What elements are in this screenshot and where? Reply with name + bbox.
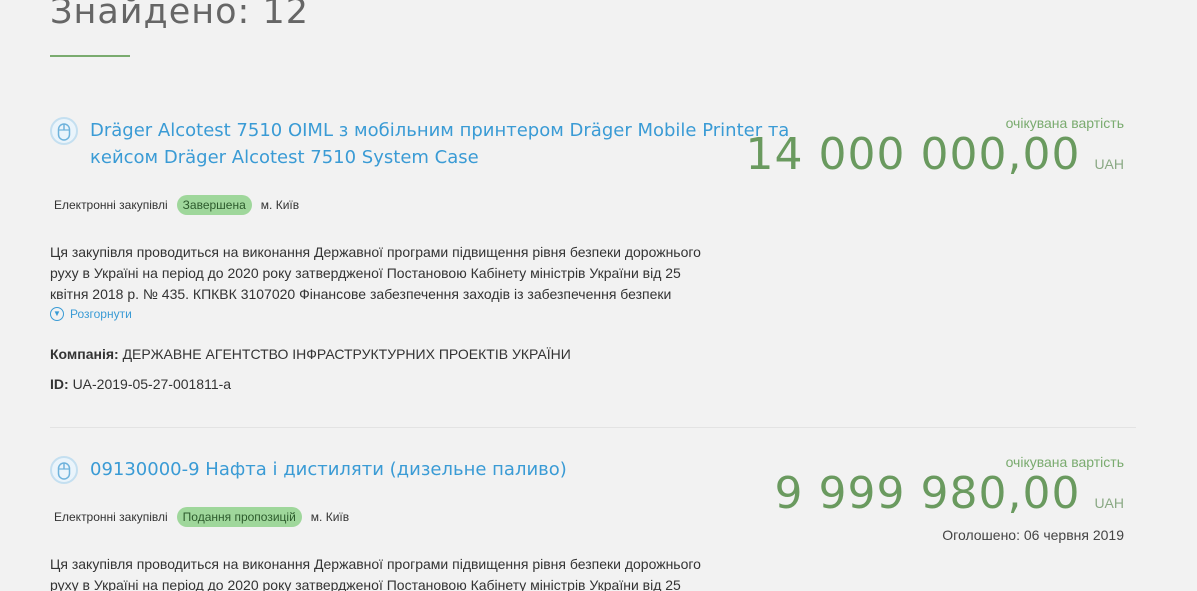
- result-meta: Електронні закупівлі Завершена м. Київ: [54, 194, 299, 216]
- result-description: Ця закупівля проводиться на виконання Де…: [50, 554, 750, 591]
- result-divider: [50, 427, 1136, 428]
- result-title-line: 09130000-9 Нафта і дистиляти (дизельне п…: [90, 459, 567, 480]
- result-title-line: Dräger Alcotest 7510 OIML з мобільним пр…: [90, 120, 790, 141]
- result-title-link[interactable]: 09130000-9 Нафта і дистиляти (дизельне п…: [90, 456, 790, 483]
- result-meta: Електронні закупівлі Подання пропозицій …: [54, 506, 349, 528]
- result-description: Ця закупівля проводиться на виконання Де…: [50, 242, 750, 305]
- company-label: Компанія:: [50, 346, 119, 362]
- result-title-line: кейсом Dräger Alcotest 7510 System Case: [90, 147, 479, 168]
- company-value: ДЕРЖАВНЕ АГЕНТСТВО ІНФРАСТРУКТУРНИХ ПРОЕ…: [122, 346, 571, 362]
- id-value: UA-2019-05-27-001811-a: [72, 376, 232, 392]
- chevron-down-icon: ▼: [50, 307, 64, 321]
- procurement-type: Електронні закупівлі: [54, 198, 168, 212]
- description-line: руху в Україні на період до 2020 року за…: [50, 265, 681, 281]
- result-title-link[interactable]: Dräger Alcotest 7510 OIML з мобільним пр…: [90, 117, 790, 171]
- procurement-type: Електронні закупівлі: [54, 510, 168, 524]
- results-count-heading: Знайдено: 12: [50, 0, 309, 32]
- result-item: 09130000-9 Нафта і дистиляти (дизельне п…: [50, 454, 1136, 591]
- description-line: Ця закупівля проводиться на виконання Де…: [50, 244, 701, 260]
- city-label: м. Київ: [310, 510, 350, 524]
- heading-underline: [50, 55, 130, 57]
- id-line: ID: UA-2019-05-27-001811-a: [50, 376, 231, 392]
- price-currency: UAH: [1094, 495, 1124, 511]
- city-label: м. Київ: [260, 198, 300, 212]
- price-currency: UAH: [1094, 156, 1124, 172]
- expand-label: Розгорнути: [70, 307, 132, 321]
- company-line: Компанія: ДЕРЖАВНЕ АГЕНТСТВО ІНФРАСТРУКТ…: [50, 346, 571, 362]
- mouse-icon: [50, 456, 78, 484]
- result-item: Dräger Alcotest 7510 OIML з мобільним пр…: [50, 115, 1136, 415]
- id-label: ID:: [50, 376, 69, 392]
- status-badge: Подання пропозицій: [176, 507, 302, 527]
- description-line: Ця закупівля проводиться на виконання Де…: [50, 556, 701, 572]
- expected-price: 14 000 000,00 UAH: [746, 129, 1124, 180]
- status-badge: Завершена: [176, 195, 252, 215]
- expected-price: 9 999 980,00 UAH: [775, 468, 1124, 519]
- mouse-icon: [50, 117, 78, 145]
- announced-date: Оголошено: 06 червня 2019: [942, 527, 1124, 543]
- price-amount: 14 000 000,00: [745, 129, 1081, 180]
- description-line: квітня 2018 р. № 435. КПКВК 3107020 Фіна…: [50, 286, 672, 302]
- description-line: руху в Україні на період до 2020 року за…: [50, 577, 681, 591]
- price-amount: 9 999 980,00: [774, 468, 1081, 519]
- expand-link[interactable]: ▼ Розгорнути: [50, 307, 132, 321]
